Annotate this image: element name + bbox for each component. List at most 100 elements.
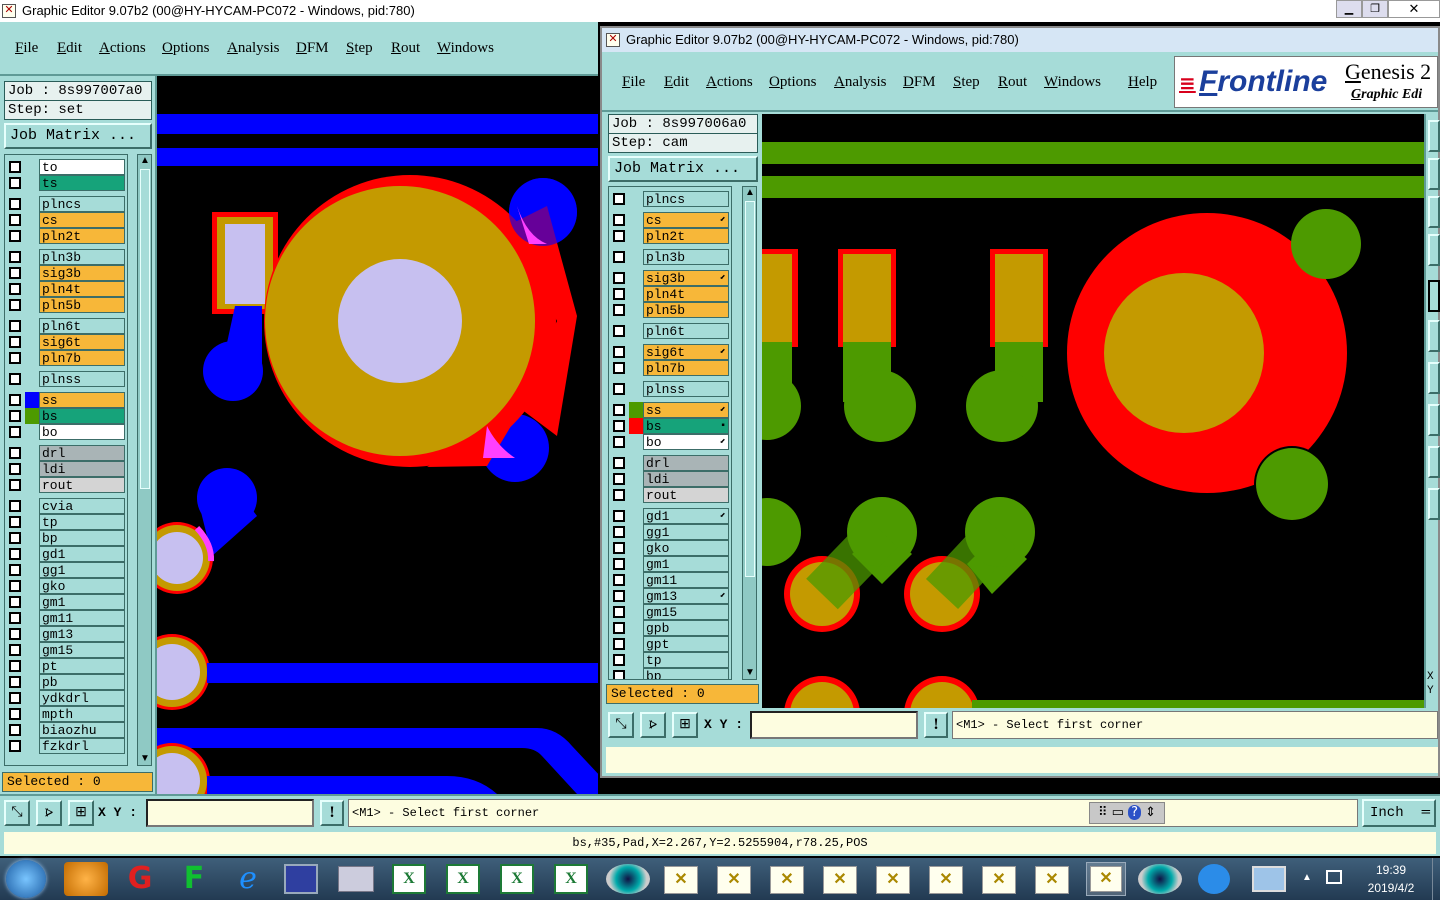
layer-checkbox[interactable] (613, 558, 625, 570)
layer-checkbox[interactable] (9, 251, 21, 263)
layer-checkbox[interactable] (613, 193, 625, 205)
taskbar-excel-icon-1[interactable]: X (392, 864, 426, 894)
layer-row-drl[interactable]: drl (5, 445, 127, 461)
maximize-button[interactable]: ❐ (1362, 0, 1388, 18)
xy-input[interactable] (750, 711, 918, 739)
layer-row-ydkdrl[interactable]: ydkdrl (5, 690, 127, 706)
layer-row-sig6t[interactable]: sig6t ⬋ (609, 344, 731, 360)
layer-checkbox[interactable] (9, 299, 21, 311)
layer-list[interactable]: plncs cs ⬋ pln2t pln3b sig3b ⬋ pln4t pln5b pln6t s… (608, 186, 732, 680)
start-button[interactable] (6, 860, 46, 898)
layer-row-rout[interactable]: rout (5, 477, 127, 493)
close-button[interactable]: ✕ (1388, 0, 1440, 18)
layer-checkbox[interactable] (613, 542, 625, 554)
layer-checkbox[interactable] (613, 420, 625, 432)
exclamation-button[interactable]: ! (924, 712, 948, 738)
layer-row-bs[interactable]: bs (5, 408, 127, 424)
layer-row-gm11[interactable]: gm11 (609, 572, 731, 588)
layer-checkbox[interactable] (9, 336, 21, 348)
layer-row-gm15[interactable]: gm15 (5, 642, 127, 658)
layer-row-cvia[interactable]: cvia (5, 498, 127, 514)
layer-row-pln3b[interactable]: pln3b (609, 249, 731, 265)
measure-button[interactable]: ⦠ (36, 800, 62, 826)
layer-list-scrollbar[interactable]: ▲ ▼ (742, 186, 757, 680)
window2-titlebar[interactable]: ✕ Graphic Editor 9.07b2 (00@HY-HYCAM-PC0… (602, 28, 1438, 52)
minimize-button[interactable]: ▁ (1336, 0, 1362, 18)
menu-rout[interactable]: Rout (391, 40, 420, 57)
tool-button-8[interactable] (1428, 404, 1440, 436)
taskbar-genesis-icon-7[interactable]: ✕ (982, 866, 1016, 894)
layer-checkbox[interactable] (9, 500, 21, 512)
layer-checkbox[interactable] (9, 426, 21, 438)
taskbar-app-f-icon[interactable]: F (172, 862, 216, 896)
taskbar-chat-icon[interactable] (1198, 864, 1230, 894)
layer-row-gpb[interactable]: gpb (609, 620, 731, 636)
layer-row-ldi[interactable]: ldi (5, 461, 127, 477)
layer-checkbox[interactable] (613, 473, 625, 485)
tool-button-7[interactable] (1428, 362, 1440, 394)
taskbar-floppy-icon[interactable] (284, 864, 318, 894)
layer-checkbox[interactable] (9, 644, 21, 656)
layer-row-pln7b[interactable]: pln7b (5, 350, 127, 366)
show-desktop-button[interactable] (1432, 858, 1440, 900)
layer-checkbox[interactable] (9, 394, 21, 406)
grid-button[interactable]: ⊞ (68, 800, 94, 826)
menu-file[interactable]: File (622, 74, 645, 91)
job-matrix-button[interactable]: Job Matrix ... (608, 156, 758, 182)
taskbar-eye-icon[interactable] (606, 864, 650, 894)
layer-row-sig3b[interactable]: sig3b (5, 265, 127, 281)
taskbar-eye-icon-2[interactable] (1138, 864, 1182, 894)
layer-checkbox[interactable] (9, 564, 21, 576)
layer-checkbox[interactable] (613, 272, 625, 284)
taskbar-excel-icon-3[interactable]: X (500, 864, 534, 894)
menu-dfm[interactable]: DFM (903, 74, 936, 91)
layer-row-gg1[interactable]: gg1 (609, 524, 731, 540)
layer-row-cs[interactable]: cs (5, 212, 127, 228)
layer-row-sig6t[interactable]: sig6t (5, 334, 127, 350)
layer-row-sig3b[interactable]: sig3b ⬋ (609, 270, 731, 286)
layer-checkbox[interactable] (613, 346, 625, 358)
layer-row-gm11[interactable]: gm11 (5, 610, 127, 626)
clock-time[interactable]: 19:39 (1358, 863, 1424, 877)
menu-actions[interactable]: Actions (706, 74, 753, 91)
taskbar-monitor-icon[interactable] (1252, 866, 1286, 892)
layer-row-bs[interactable]: bs ▪ (609, 418, 731, 434)
layer-row-cs[interactable]: cs ⬋ (609, 212, 731, 228)
menu-step[interactable]: Step (346, 40, 373, 57)
taskbar-genesis-icon-3[interactable]: ✕ (770, 866, 804, 894)
units-selector[interactable]: Inch ═ (1362, 799, 1436, 827)
layer-row-pb[interactable]: pb (5, 674, 127, 690)
layer-row-ss[interactable]: ss ⬋ (609, 402, 731, 418)
layer-row-pln6t[interactable]: pln6t (5, 318, 127, 334)
layer-row-pln7b[interactable]: pln7b (609, 360, 731, 376)
layer-checkbox[interactable] (9, 548, 21, 560)
layer-row-drl[interactable]: drl (609, 455, 731, 471)
xy-input[interactable] (146, 799, 314, 827)
job-matrix-button[interactable]: Job Matrix ... (4, 123, 152, 149)
layer-checkbox[interactable] (613, 489, 625, 501)
layer-checkbox[interactable] (9, 214, 21, 226)
scroll-thumb[interactable] (140, 169, 150, 489)
layer-checkbox[interactable] (613, 304, 625, 316)
layer-row-pln6t[interactable]: pln6t (609, 323, 731, 339)
menu-windows[interactable]: Windows (437, 40, 494, 57)
scroll-down-arrow[interactable]: ▼ (744, 667, 756, 679)
layer-row-gd1[interactable]: gd1 ⬋ (609, 508, 731, 524)
layer-checkbox[interactable] (9, 198, 21, 210)
tool-button-6[interactable] (1428, 320, 1440, 352)
layer-checkbox[interactable] (9, 161, 21, 173)
layer-checkbox[interactable] (9, 580, 21, 592)
layer-row-fzkdrl[interactable]: fzkdrl (5, 738, 127, 754)
taskbar-ie-icon[interactable]: e (226, 862, 270, 896)
layer-checkbox[interactable] (613, 436, 625, 448)
menu-step[interactable]: Step (953, 74, 980, 91)
taskbar-scanner-icon[interactable] (338, 866, 374, 892)
layer-checkbox[interactable] (9, 692, 21, 704)
layer-checkbox[interactable] (613, 457, 625, 469)
layer-row-gm13[interactable]: gm13 ⬋ (609, 588, 731, 604)
layer-row-pln2t[interactable]: pln2t (5, 228, 127, 244)
layer-row-bo[interactable]: bo (5, 424, 127, 440)
layer-checkbox[interactable] (9, 230, 21, 242)
taskbar-excel-icon-2[interactable]: X (446, 864, 480, 894)
tool-button-10[interactable] (1428, 488, 1440, 520)
